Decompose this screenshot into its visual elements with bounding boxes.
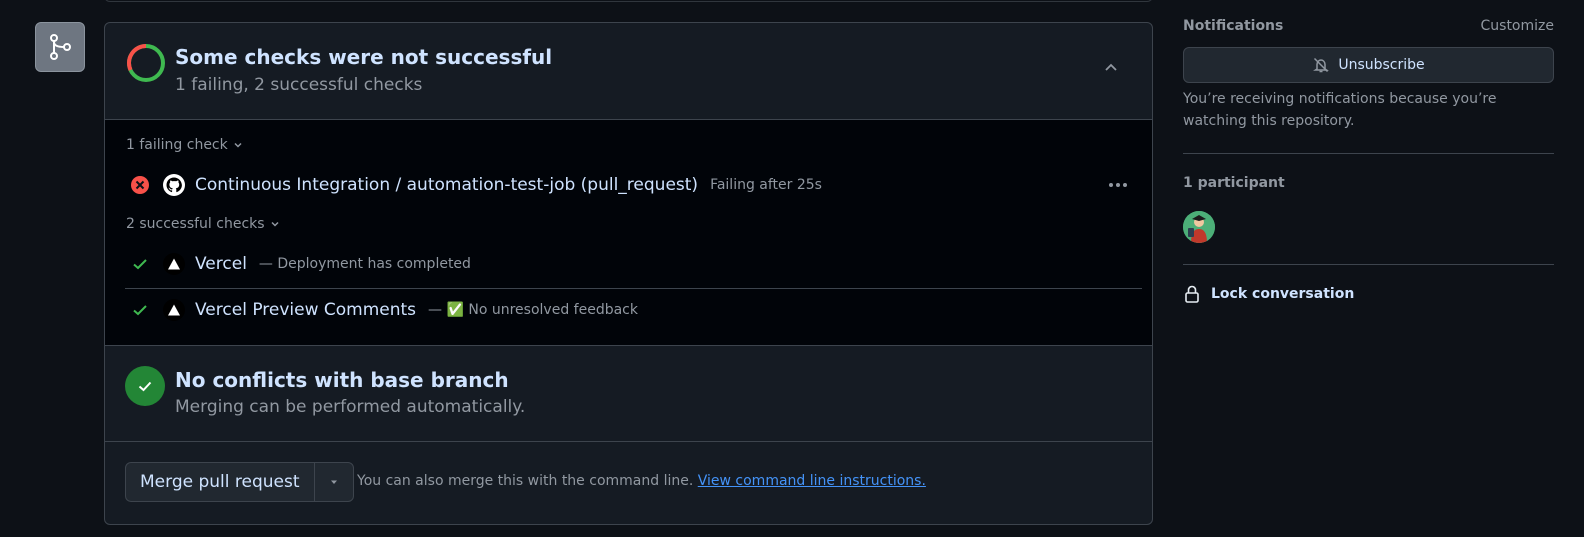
vercel-icon — [163, 253, 185, 275]
check-icon — [125, 301, 155, 319]
unsubscribe-label: Unsubscribe — [1338, 57, 1425, 73]
check-more-options-button[interactable] — [1104, 173, 1132, 197]
failing-group-label: 1 failing check — [126, 137, 228, 153]
check-description-vercel: — Deployment has completed — [258, 256, 471, 272]
check-row-vercel: Vercel — Deployment has completed — [125, 246, 1142, 282]
lock-conversation-label: Lock conversation — [1211, 286, 1355, 302]
lock-icon — [1185, 285, 1199, 303]
success-check-icon — [125, 366, 165, 406]
participant-avatar[interactable] — [1183, 211, 1215, 243]
check-name-ci[interactable]: Continuous Integration / automation-test… — [195, 175, 698, 195]
checks-summary-header: Some checks were not successful 1 failin… — [105, 23, 1152, 120]
previous-timeline-box — [104, 0, 1153, 2]
checks-status-ring-icon — [127, 44, 165, 82]
checks-title: Some checks were not successful — [175, 45, 553, 69]
successful-checks-toggle[interactable]: 2 successful checks — [126, 216, 281, 232]
chevron-up-icon — [1105, 63, 1117, 71]
sidebar: Notifications Customize Unsubscribe You’… — [1183, 0, 1554, 537]
vercel-icon — [163, 299, 185, 321]
check-name-vercel[interactable]: Vercel — [195, 254, 247, 274]
check-row-vercel-preview: Vercel Preview Comments — ✅ No unresolve… — [125, 292, 1142, 328]
notification-reason: You’re receiving notifications because y… — [1183, 91, 1497, 129]
merge-button-group: Merge pull request — [125, 462, 354, 502]
lock-conversation-button[interactable]: Lock conversation — [1183, 284, 1354, 304]
merge-box: Some checks were not successful 1 failin… — [104, 22, 1153, 525]
conflicts-section: No conflicts with base branch Merging ca… — [105, 346, 1152, 442]
check-row-failing: Continuous Integration / automation-test… — [125, 167, 1142, 203]
merge-method-dropdown[interactable] — [315, 463, 353, 501]
check-row-divider — [125, 288, 1142, 289]
merge-hint-text: You can also merge this with the command… — [357, 473, 694, 489]
check-description-ci: Failing after 25s — [710, 177, 822, 193]
unsubscribe-button[interactable]: Unsubscribe — [1183, 47, 1554, 83]
chevron-down-icon — [234, 142, 242, 148]
git-merge-icon — [35, 22, 85, 72]
successful-group-label: 2 successful checks — [126, 216, 265, 232]
merge-actions: Merge pull request You can also merge th… — [105, 442, 1152, 524]
sidebar-divider — [1183, 153, 1554, 154]
github-icon — [163, 174, 185, 196]
checks-summary: 1 failing, 2 successful checks — [175, 75, 423, 95]
sidebar-divider — [1183, 264, 1554, 265]
command-line-instructions-link[interactable]: View command line instructions. — [698, 473, 926, 489]
check-description-vercel-preview: — ✅ No unresolved feedback — [428, 302, 638, 318]
bell-slash-icon — [1313, 57, 1330, 73]
check-name-vercel-preview[interactable]: Vercel Preview Comments — [195, 300, 416, 320]
conflicts-subtitle: Merging can be performed automatically. — [175, 397, 526, 417]
checks-list: 1 failing check Continuous Integration /… — [105, 120, 1152, 346]
fail-x-icon — [125, 175, 155, 195]
failing-checks-toggle[interactable]: 1 failing check — [126, 137, 244, 153]
customize-notifications-link[interactable]: Customize — [1481, 18, 1555, 34]
participants-title: 1 participant — [1183, 175, 1285, 191]
collapse-checks-button[interactable] — [1098, 55, 1124, 81]
chevron-down-icon — [271, 221, 279, 227]
notifications-title: Notifications — [1183, 18, 1284, 34]
triangle-down-icon — [330, 480, 337, 484]
merge-pull-request-button[interactable]: Merge pull request — [126, 463, 315, 501]
conflicts-title: No conflicts with base branch — [175, 368, 509, 392]
merge-hint: You can also merge this with the command… — [357, 473, 926, 489]
check-icon — [125, 255, 155, 273]
